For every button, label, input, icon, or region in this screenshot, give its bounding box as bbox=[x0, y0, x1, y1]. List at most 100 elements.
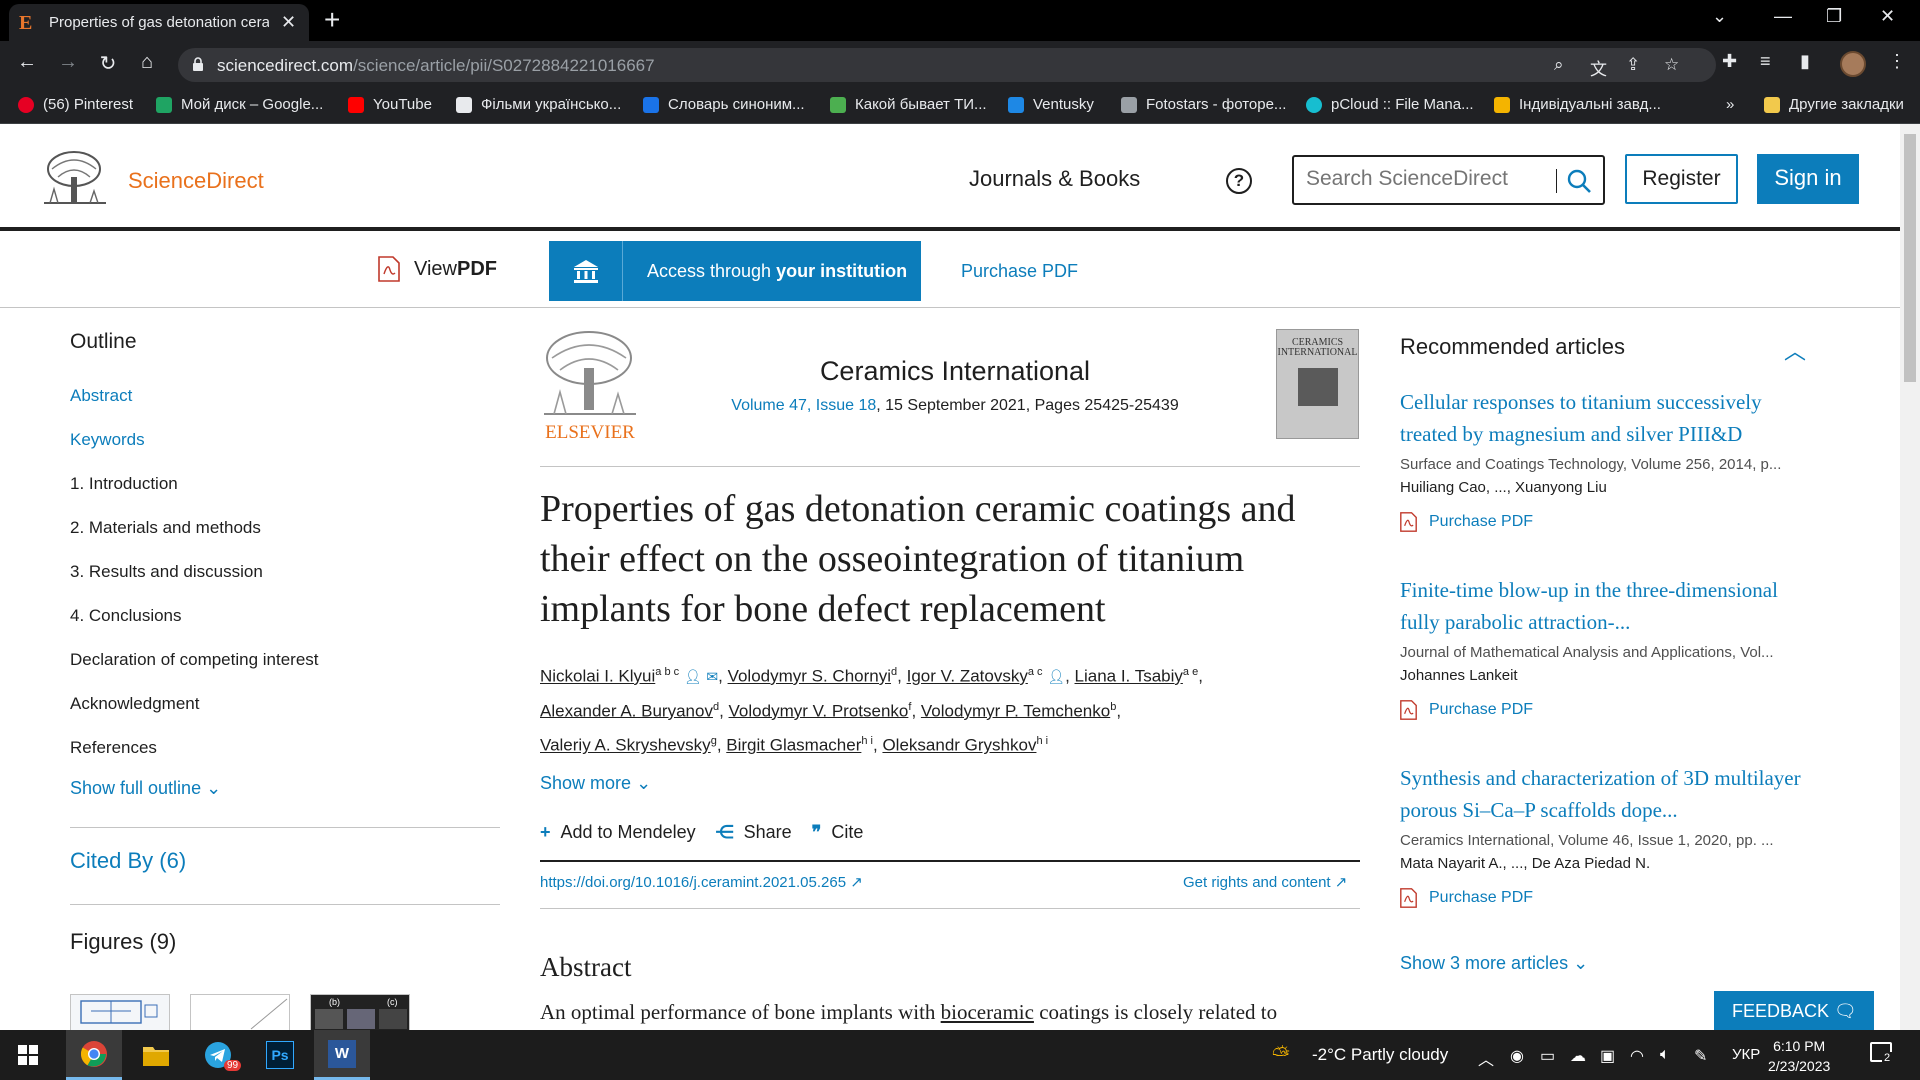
bookmark-item[interactable]: Фільми українсько... bbox=[456, 96, 621, 113]
share-button[interactable]: ⋲ Share bbox=[716, 822, 792, 843]
show-hidden-icons-chevron-icon[interactable]: ︿ bbox=[1478, 1046, 1494, 1070]
bookmark-item[interactable]: (56) Pinterest bbox=[18, 96, 133, 113]
author-link[interactable]: Nickolai I. Klyui bbox=[540, 667, 655, 686]
side-panel-icon[interactable]: ▮ bbox=[1800, 51, 1810, 72]
recommended-purchase-pdf-link[interactable]: Purchase PDF bbox=[1400, 700, 1820, 720]
restore-button[interactable]: ❐ bbox=[1826, 6, 1842, 27]
figure-thumbnail[interactable] bbox=[190, 994, 290, 1032]
home-icon[interactable]: ⌂ bbox=[134, 51, 160, 74]
help-icon[interactable]: ? bbox=[1226, 168, 1252, 194]
bookmark-star-icon[interactable]: ☆ bbox=[1664, 55, 1679, 75]
extensions-icon[interactable]: ✚ bbox=[1722, 51, 1737, 72]
author-link[interactable]: Liana I. Tsabiy bbox=[1075, 667, 1183, 686]
bookmark-item[interactable]: Індивідуальні завд... bbox=[1494, 96, 1661, 113]
zoom-search-icon[interactable]: ⌕ bbox=[1554, 55, 1564, 75]
sciencedirect-logo[interactable]: ScienceDirect bbox=[128, 168, 264, 194]
collapse-chevron-up-icon[interactable]: ︿ bbox=[1784, 334, 1806, 366]
address-bar[interactable]: sciencedirect.com/science/article/pii/S0… bbox=[178, 48, 1716, 82]
close-window-button[interactable]: ✕ bbox=[1880, 6, 1895, 27]
view-pdf-button[interactable]: View PDF bbox=[378, 256, 497, 282]
journal-cover-image[interactable]: CERAMICS INTERNATIONAL bbox=[1276, 329, 1359, 439]
new-tab-button[interactable]: + bbox=[324, 6, 340, 34]
person-icon[interactable]: 👤︎ bbox=[1047, 669, 1065, 685]
feedback-button[interactable]: FEEDBACK 🗨︎ bbox=[1714, 991, 1874, 1031]
onedrive-cloud-icon[interactable]: ☁ bbox=[1570, 1046, 1586, 1066]
author-link[interactable]: Volodymyr V. Protsenko bbox=[729, 701, 909, 720]
mail-icon[interactable]: ✉ bbox=[706, 669, 718, 685]
reload-icon[interactable]: ↻ bbox=[95, 51, 121, 76]
tab-search-icon[interactable]: ⌄ bbox=[1712, 6, 1727, 27]
author-link[interactable]: Oleksandr Gryshkov bbox=[882, 736, 1036, 755]
windows-start-button[interactable] bbox=[0, 1030, 56, 1080]
share-page-icon[interactable]: ⇪ bbox=[1626, 55, 1640, 75]
volume-icon[interactable]: 🔈︎ bbox=[1660, 1046, 1670, 1064]
chrome-taskbar-app[interactable] bbox=[66, 1030, 122, 1080]
more-bookmarks-button[interactable]: » bbox=[1726, 96, 1734, 113]
close-tab-icon[interactable]: ✕ bbox=[281, 12, 296, 33]
outline-item-acknowledgment[interactable]: Acknowledgment bbox=[70, 684, 500, 728]
antivirus-icon[interactable]: ◉ bbox=[1510, 1046, 1524, 1066]
system-clock[interactable]: 6:10 PM 2/23/2023 bbox=[1768, 1036, 1830, 1076]
bookmark-item[interactable]: Fotostars - фоторе... bbox=[1121, 96, 1286, 113]
recommended-article-title[interactable]: Cellular responses to titanium successiv… bbox=[1400, 386, 1820, 450]
other-bookmarks-folder[interactable]: Другие закладки bbox=[1764, 96, 1904, 113]
author-link[interactable]: Igor V. Zatovsky bbox=[907, 667, 1028, 686]
author-link[interactable]: Volodymyr S. Chornyi bbox=[728, 667, 891, 686]
profile-avatar[interactable] bbox=[1840, 51, 1866, 77]
bioceramic-link[interactable]: bioceramic bbox=[941, 1000, 1034, 1024]
author-link[interactable]: Valeriy A. Skryshevsky bbox=[540, 736, 711, 755]
minimize-button[interactable]: — bbox=[1774, 6, 1792, 27]
notification-center-icon[interactable]: 2 bbox=[1870, 1042, 1893, 1064]
pen-icon[interactable]: ✎ bbox=[1694, 1046, 1707, 1066]
doi-link[interactable]: https://doi.org/10.1016/j.ceramint.2021.… bbox=[540, 873, 863, 891]
bookmark-item[interactable]: pCloud :: File Mana... bbox=[1306, 96, 1474, 113]
menu-kebab-icon[interactable]: ⋮ bbox=[1888, 51, 1906, 72]
file-explorer-taskbar-app[interactable] bbox=[128, 1030, 184, 1080]
search-icon[interactable] bbox=[1566, 168, 1592, 194]
elsevier-tree-logo[interactable] bbox=[40, 149, 110, 207]
show-more-authors-button[interactable]: Show more ⌄ bbox=[540, 773, 651, 794]
scrollbar-thumb[interactable] bbox=[1904, 134, 1916, 382]
recommended-purchase-pdf-link[interactable]: Purchase PDF bbox=[1400, 512, 1820, 532]
rights-content-link[interactable]: Get rights and content ↗ bbox=[1183, 873, 1347, 891]
bookmark-item[interactable]: Мой диск – Google... bbox=[156, 96, 323, 113]
outline-item-results[interactable]: 3. Results and discussion bbox=[70, 552, 500, 596]
wifi-icon[interactable]: ◠ bbox=[1630, 1046, 1644, 1066]
language-indicator[interactable]: УКР bbox=[1732, 1046, 1760, 1063]
photoshop-taskbar-app[interactable]: Ps bbox=[252, 1030, 308, 1080]
weather-partly-cloudy-icon[interactable]: ⛅︎ bbox=[1272, 1042, 1290, 1068]
volume-issue-link[interactable]: Volume 47, Issue 18 bbox=[731, 397, 876, 414]
cite-button[interactable]: ❞ Cite bbox=[812, 822, 864, 843]
outline-item-declaration[interactable]: Declaration of competing interest bbox=[70, 640, 500, 684]
weather-text[interactable]: -2°C Partly cloudy bbox=[1312, 1045, 1448, 1065]
figure-thumbnail[interactable]: (b) (c) bbox=[310, 994, 410, 1032]
register-button[interactable]: Register bbox=[1625, 154, 1738, 204]
recommended-purchase-pdf-link[interactable]: Purchase PDF bbox=[1400, 888, 1820, 908]
outline-item-abstract[interactable]: Abstract bbox=[70, 376, 500, 420]
figure-thumbnail[interactable] bbox=[70, 994, 170, 1032]
bookmark-item[interactable]: Словарь синоним... bbox=[643, 96, 805, 113]
recommended-article-title[interactable]: Finite-time blow-up in the three-dimensi… bbox=[1400, 574, 1820, 638]
browser-tab[interactable]: E Properties of gas detonation cera ✕ bbox=[9, 4, 309, 41]
sign-in-button[interactable]: Sign in bbox=[1757, 154, 1859, 204]
forward-icon[interactable]: → bbox=[55, 51, 81, 74]
outline-item-conclusions[interactable]: 4. Conclusions bbox=[70, 596, 500, 640]
telegram-taskbar-app[interactable]: 99 bbox=[190, 1030, 246, 1080]
author-link[interactable]: Birgit Glasmacher bbox=[726, 736, 861, 755]
bookmark-item[interactable]: Ventusky bbox=[1008, 96, 1094, 113]
author-link[interactable]: Volodymyr P. Temchenko bbox=[921, 701, 1110, 720]
reading-list-icon[interactable]: ≡ bbox=[1760, 51, 1771, 72]
translate-icon[interactable]: 文 bbox=[1590, 55, 1607, 80]
show-full-outline-button[interactable]: Show full outline ⌄ bbox=[70, 778, 500, 799]
author-link[interactable]: Alexander A. Buryanov bbox=[540, 701, 713, 720]
search-field[interactable] bbox=[1292, 155, 1605, 205]
person-icon[interactable]: 👤︎ bbox=[684, 669, 702, 685]
search-input[interactable] bbox=[1306, 167, 1546, 191]
purchase-pdf-link[interactable]: Purchase PDF bbox=[961, 261, 1078, 282]
battery-icon[interactable]: ▭ bbox=[1540, 1046, 1555, 1066]
recommended-article-title[interactable]: Synthesis and characterization of 3D mul… bbox=[1400, 762, 1820, 826]
outline-item-keywords[interactable]: Keywords bbox=[70, 420, 500, 464]
word-taskbar-app[interactable]: W bbox=[314, 1030, 370, 1080]
page-scrollbar[interactable] bbox=[1900, 124, 1920, 1030]
outline-item-references[interactable]: References bbox=[70, 728, 500, 772]
